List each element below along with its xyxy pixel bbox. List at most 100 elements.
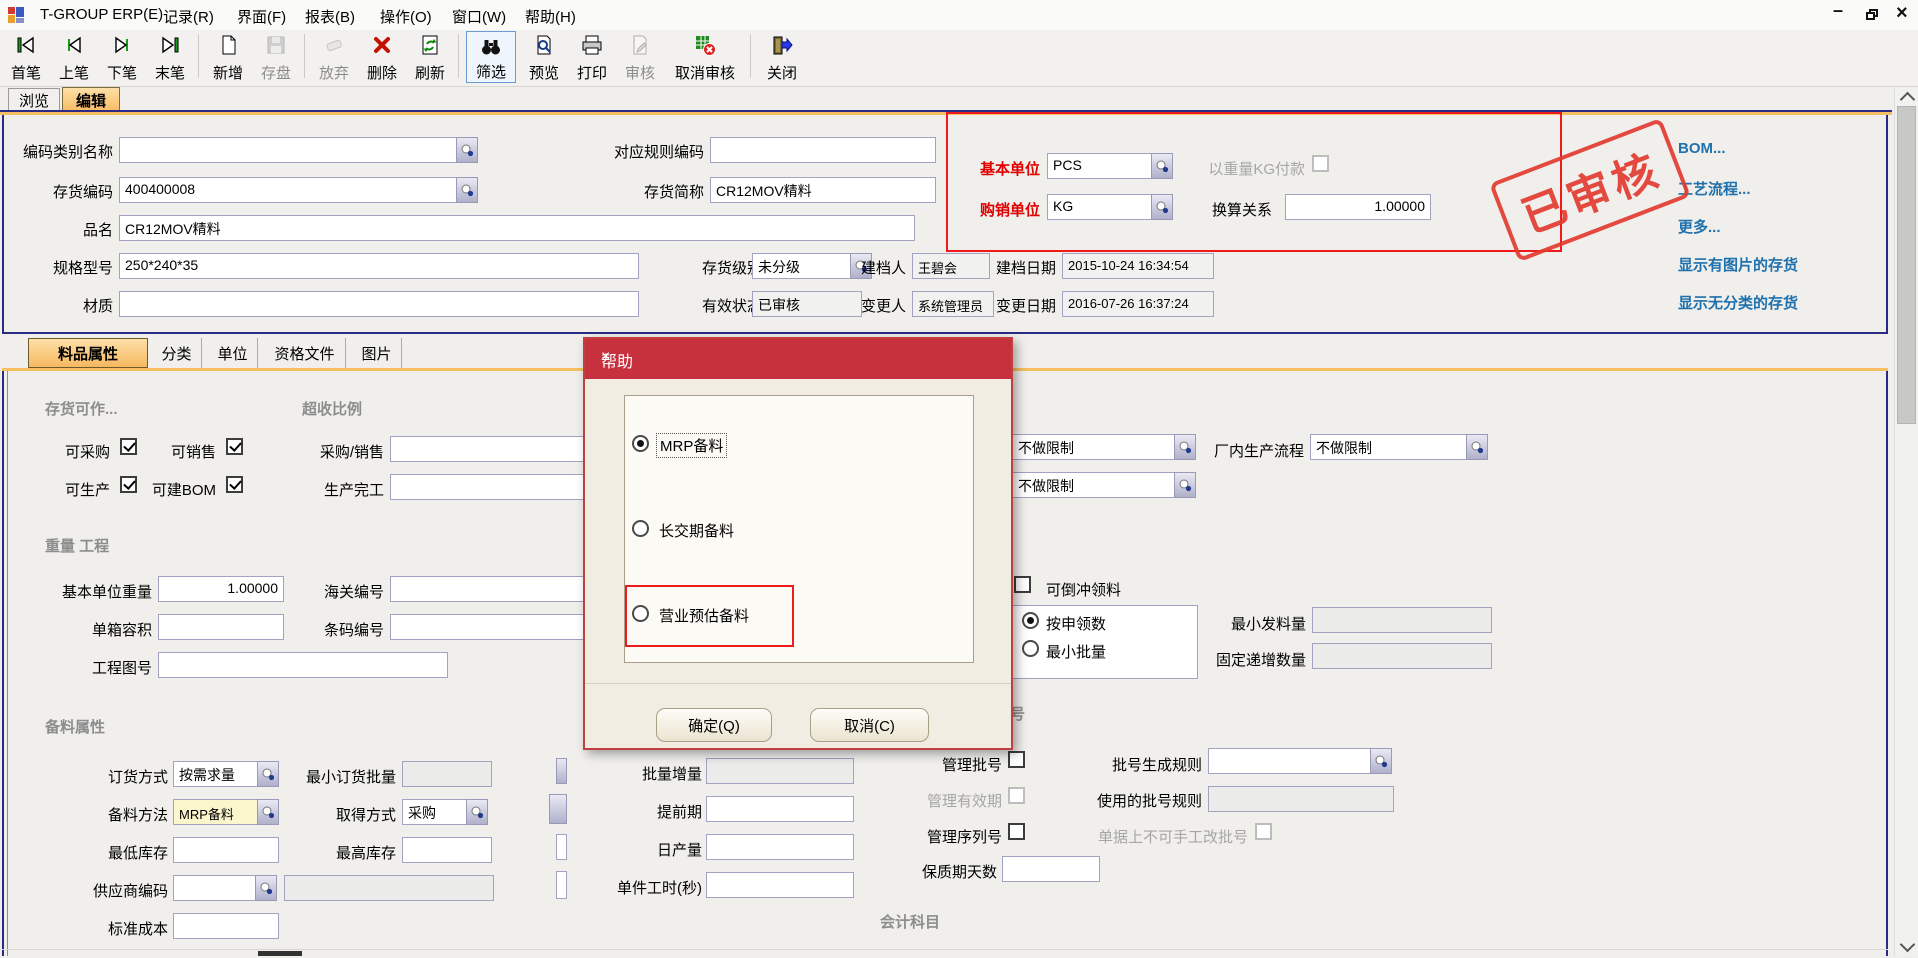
tab-edit[interactable]: 编辑 [62,87,120,112]
material-field[interactable] [119,291,639,317]
toolbar-close-button[interactable]: 关闭 [758,31,806,83]
by-request-radio[interactable] [1022,612,1039,629]
supplier-code-field[interactable] [173,875,257,901]
shelf-life-field[interactable] [1002,856,1100,882]
acquire-mode-lookup-button[interactable] [466,799,488,825]
trade-unit-field[interactable]: KG [1047,194,1153,220]
toolbar-preview-button[interactable]: 预览 [522,31,566,83]
scroll-up-icon[interactable] [1900,92,1916,108]
scrollbar-thumb[interactable] [1897,106,1916,424]
std-cost-field[interactable] [173,913,279,939]
manage-batch-checkbox[interactable] [1008,751,1025,768]
rule-code-field[interactable] [710,137,936,163]
level-field[interactable]: 未分级 [752,253,852,279]
menu-window[interactable]: 窗口(W) [452,6,506,27]
link-bom[interactable]: BOM... [1678,140,1726,157]
code-category-lookup-button[interactable] [456,137,478,163]
factory-flow-field[interactable]: 不做限制 [1310,434,1468,460]
max-stock-field[interactable] [402,837,492,863]
item-name-field[interactable]: CR12MOV精料 [119,215,915,241]
link-process-flow[interactable]: 工艺流程... [1678,178,1751,199]
link-show-with-images[interactable]: 显示有图片的存货 [1678,254,1798,275]
long-lead-prep-label[interactable]: 长交期备料 [659,520,734,541]
item-code-field[interactable]: 400400008 [119,177,457,203]
order-mode-field[interactable]: 按需求量 [173,761,259,787]
base-unit-weight-field[interactable]: 1.00000 [158,576,284,602]
can-produce-checkbox[interactable] [120,476,137,493]
link-show-unclassified[interactable]: 显示无分类的存货 [1678,292,1798,313]
trade-unit-lookup-button[interactable] [1151,194,1173,220]
long-lead-prep-radio[interactable] [632,520,649,537]
min-stock-field[interactable] [173,837,279,863]
subtab-image[interactable]: 图片 [352,338,402,368]
subtab-item-attributes[interactable]: 料品属性 [28,338,148,368]
conversion-field[interactable]: 1.00000 [1285,194,1431,220]
minimize-button[interactable]: – [1833,0,1843,21]
toolbar-filter-button[interactable]: 筛选 [466,31,516,83]
mrp-prep-label[interactable]: MRP备料 [656,433,727,458]
menu-record[interactable]: 记录(R) [163,6,214,27]
toolbar-first-button[interactable]: 首笔 [4,31,48,83]
subtab-qualification[interactable]: 资格文件 [264,338,346,368]
restriction2-field[interactable]: 不做限制 [1012,472,1176,498]
unit-hours-field[interactable] [706,872,854,898]
factory-flow-lookup-button[interactable] [1466,434,1488,460]
menu-report[interactable]: 报表(B) [305,6,355,27]
spec-field[interactable]: 250*240*35 [119,253,639,279]
min-batch-radio[interactable] [1022,640,1039,657]
manage-serial-checkbox[interactable] [1008,823,1025,840]
prep-method-field[interactable]: MRP备料 [173,799,259,825]
toolbar-cancel-approve-button[interactable]: 取消审核 [666,31,744,83]
restriction1-lookup-button[interactable] [1174,434,1196,460]
drawing-no-field[interactable] [158,652,448,678]
item-short-field[interactable]: CR12MOV精料 [710,177,936,203]
link-more[interactable]: 更多... [1678,216,1721,237]
ok-button[interactable]: 确定(Q) [656,708,772,742]
menu-operation[interactable]: 操作(O) [380,6,432,27]
scroll-down-icon[interactable] [1900,937,1916,953]
vertical-scrollbar[interactable] [1894,88,1918,956]
toolbar-refresh-button[interactable]: 刷新 [408,31,452,83]
batch-rule-field[interactable] [1208,748,1372,774]
batch-rule-lookup-button[interactable] [1370,748,1392,774]
toolbar-next-button[interactable]: 下笔 [100,31,144,83]
can-purchase-checkbox[interactable] [120,438,137,455]
supplier-lookup-button[interactable] [255,875,277,901]
subtab-unit[interactable]: 单位 [208,338,258,368]
can-sell-checkbox[interactable] [226,438,243,455]
daily-output-field[interactable] [706,834,854,860]
code-category-field[interactable] [119,137,457,163]
can-bom-checkbox[interactable] [226,476,243,493]
subtab-category[interactable]: 分类 [152,338,202,368]
code-category-label: 编码类别名称 [23,141,113,162]
sales-forecast-prep-label[interactable]: 营业预估备料 [659,605,749,626]
toolbar-prev-button[interactable]: 上笔 [52,31,96,83]
tab-browse[interactable]: 浏览 [8,88,60,112]
base-unit-lookup-button[interactable] [1151,153,1173,179]
mrp-prep-radio[interactable] [632,435,649,452]
lead-time-field[interactable] [706,796,854,822]
dialog-close-icon[interactable]: × [601,348,999,366]
close-window-button[interactable]: × [1896,2,1908,25]
menu-interface[interactable]: 界面(F) [237,6,286,27]
base-unit-field[interactable]: PCS [1047,153,1153,179]
toolbar-delete-button[interactable]: 删除 [360,31,404,83]
menu-tgroup-erp[interactable]: T-GROUP ERP(E) [40,6,163,23]
cancel-button[interactable]: 取消(C) [810,708,929,742]
menu-help[interactable]: 帮助(H) [525,6,576,27]
restriction1-field[interactable]: 不做限制 [1012,434,1176,460]
restore-button[interactable] [1866,9,1879,20]
toolbar-button-label: 下笔 [107,66,137,81]
prep-method-lookup-button[interactable] [257,799,279,825]
help-dialog-titlebar[interactable]: 帮助 × [585,339,1011,379]
toolbar-last-button[interactable]: 末笔 [148,31,192,83]
acquire-mode-field[interactable]: 采购 [402,799,468,825]
toolbar-print-button[interactable]: 打印 [570,31,614,83]
box-volume-field[interactable] [158,614,284,640]
backflush-checkbox[interactable] [1014,576,1031,593]
toolbar-new-button[interactable]: 新增 [206,31,250,83]
item-code-lookup-button[interactable] [456,177,478,203]
restriction2-lookup-button[interactable] [1174,472,1196,498]
order-mode-lookup-button[interactable] [257,761,279,787]
sales-forecast-prep-radio[interactable] [632,605,649,622]
